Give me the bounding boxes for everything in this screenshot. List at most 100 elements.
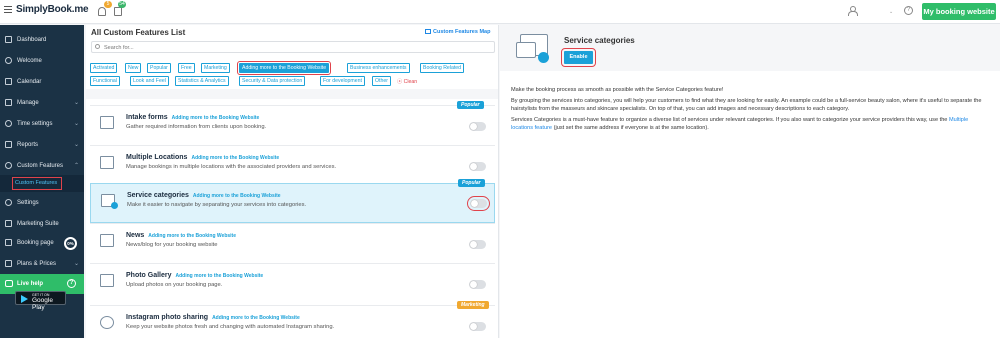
enable-button[interactable]: Enable xyxy=(561,48,596,67)
feature-photo-gallery[interactable]: Photo Gallery Adding more to the Booking … xyxy=(90,263,495,303)
chip-marketing[interactable]: Marketing xyxy=(201,63,230,73)
feature-description: Upload photos on your booking page. xyxy=(126,282,223,288)
sidebar-item-settings[interactable]: Settings xyxy=(0,193,84,213)
sidebar-item-time-settings[interactable]: Time settings ⌄ xyxy=(0,114,84,134)
feature-multiple-locations[interactable]: Multiple Locations Adding more to the Boo… xyxy=(90,145,495,185)
feature-toggle[interactable] xyxy=(469,280,486,289)
news-icon xyxy=(98,231,118,249)
chip-security-data-protection[interactable]: Security & Data protection xyxy=(239,76,306,86)
feature-category-tag[interactable]: Adding more to the Booking Website xyxy=(212,315,300,321)
sidebar-item-welcome[interactable]: Welcome xyxy=(0,51,84,71)
detail-description: Make the booking process as smooth as po… xyxy=(511,87,991,136)
feature-name: Service categories Adding more to the Boo… xyxy=(127,192,281,199)
chevron-down-icon: ⌄ xyxy=(74,121,80,127)
sidebar-item-label: Booking page xyxy=(17,240,54,246)
reports-icon xyxy=(5,141,12,148)
bell-icon[interactable] xyxy=(98,7,106,16)
popular-badge: Popular xyxy=(458,179,485,187)
feature-name: Intake forms Adding more to the Booking W… xyxy=(126,114,260,121)
location-icon xyxy=(98,153,118,171)
chip-free[interactable]: Free xyxy=(178,63,195,73)
feature-toggle[interactable] xyxy=(469,122,486,131)
sidebar-item-label: Manage xyxy=(17,100,39,106)
search-field[interactable] xyxy=(91,41,495,53)
clock-icon xyxy=(5,120,12,127)
clean-label: Clean xyxy=(403,79,418,85)
feature-category-tag[interactable]: Adding more to the Booking Website xyxy=(176,273,264,279)
welcome-icon xyxy=(5,57,12,64)
feature-toggle[interactable] xyxy=(469,322,486,331)
chip-other[interactable]: Other xyxy=(372,76,391,86)
feature-news[interactable]: News Adding more to the Booking Website N… xyxy=(90,223,495,263)
feature-category-tag[interactable]: Adding more to the Booking Website xyxy=(191,155,279,161)
chevron-down-icon[interactable]: ⌄ xyxy=(889,9,893,15)
photo-gallery-icon xyxy=(98,271,118,289)
feature-description: Keep your website photos fresh and chang… xyxy=(126,324,335,330)
feature-category-tag[interactable]: Adding more to the Booking Website xyxy=(193,193,281,199)
feature-toggle[interactable] xyxy=(469,162,486,171)
chip-adding-more-booking-website[interactable]: Adding more to the Booking Website xyxy=(236,61,332,75)
sidebar-subitem-custom-features[interactable]: Custom Features xyxy=(12,177,62,190)
calendar-badge: 54 xyxy=(118,1,126,8)
custom-features-map-label: Custom Features Map xyxy=(433,29,491,35)
sidebar-item-reports[interactable]: Reports ⌄ xyxy=(0,135,84,155)
sidebar-item-label: Custom Features xyxy=(17,163,64,169)
search-input[interactable] xyxy=(104,43,484,52)
chevron-up-icon: ⌃ xyxy=(74,163,80,169)
sidebar-item-label: Welcome xyxy=(17,58,42,64)
calendar-icon[interactable] xyxy=(114,7,122,16)
dashboard-icon xyxy=(5,36,12,43)
feature-toggle[interactable] xyxy=(467,196,490,211)
chip-business-enhancements[interactable]: Business enhancements xyxy=(347,63,410,73)
chip-for-development[interactable]: For development xyxy=(320,76,365,86)
chip-popular[interactable]: Popular xyxy=(147,63,171,73)
sidebar-item-calendar[interactable]: Calendar xyxy=(0,72,84,92)
feature-service-categories[interactable]: Popular Service categories Adding more to… xyxy=(90,179,495,223)
chip-statistics-analytics[interactable]: Statistics & Analytics xyxy=(175,76,229,86)
question-icon: ? xyxy=(67,279,76,288)
feature-description: Gather required information from clients… xyxy=(126,124,267,130)
sidebar-item-booking-page[interactable]: Booking page 0% xyxy=(0,233,84,253)
sidebar-item-marketing-suite[interactable]: Marketing Suite xyxy=(0,214,84,234)
feature-toggle[interactable] xyxy=(469,240,486,249)
booking-page-icon xyxy=(5,239,12,246)
sidebar-item-label: Reports xyxy=(17,142,39,148)
chip-look-and-feel[interactable]: Look and Feel xyxy=(130,76,169,86)
custom-features-map-link[interactable]: Custom Features Map xyxy=(425,29,490,35)
chip-booking-related[interactable]: Booking Related xyxy=(420,63,465,73)
divider xyxy=(86,89,498,99)
search-icon xyxy=(95,44,100,49)
my-booking-website-button[interactable]: My booking website xyxy=(922,3,996,20)
feature-detail-panel: Service categories Enable Make the booki… xyxy=(500,25,1000,338)
chip-activated[interactable]: Activated xyxy=(90,63,118,73)
service-categories-illustration-icon xyxy=(516,30,556,66)
sidebar-item-plans-prices[interactable]: Plans & Prices ⌄ xyxy=(0,254,84,274)
google-play-text: Google Play xyxy=(32,297,53,311)
clean-filters-link[interactable]: ⓧ Clean xyxy=(397,78,417,85)
google-play-badge[interactable]: GET IT ON Google Play xyxy=(15,291,66,311)
chevron-down-icon: ⌄ xyxy=(74,142,80,148)
chip-functional[interactable]: Functional xyxy=(90,76,120,86)
feature-intake-forms[interactable]: Popular Intake forms Adding more to the B… xyxy=(90,101,495,145)
feature-instagram-photo-sharing[interactable]: Marketing Instagram photo sharing Adding … xyxy=(90,301,495,338)
settings-icon xyxy=(5,199,12,206)
feature-name: Instagram photo sharing Adding more to th… xyxy=(126,314,300,321)
sidebar-item-dashboard[interactable]: Dashboard xyxy=(0,30,84,50)
feature-category-tag[interactable]: Adding more to the Booking Website xyxy=(148,233,236,239)
feature-description: Make it easier to navigate by separating… xyxy=(127,202,307,208)
logo[interactable]: SimplyBook.me xyxy=(16,4,89,15)
intake-forms-icon xyxy=(98,113,118,131)
sidebar-item-custom-features[interactable]: Custom Features ⌃ xyxy=(0,156,84,176)
feature-description: News/blog for your booking website xyxy=(126,242,218,248)
notifications-badge: 5 xyxy=(104,1,112,8)
megaphone-icon xyxy=(5,220,12,227)
feature-category-tag[interactable]: Adding more to the Booking Website xyxy=(172,115,260,121)
top-bar: SimplyBook.me 5 54 ⌄ ? My booking websit… xyxy=(0,0,1000,24)
sidebar-item-manage[interactable]: Manage ⌄ xyxy=(0,93,84,113)
help-icon[interactable]: ? xyxy=(904,6,913,15)
service-categories-icon xyxy=(99,191,119,209)
hamburger-menu-icon[interactable] xyxy=(4,6,12,13)
user-icon[interactable] xyxy=(848,6,858,16)
chip-new[interactable]: New xyxy=(125,63,142,73)
booking-page-progress: 0% xyxy=(64,237,77,250)
